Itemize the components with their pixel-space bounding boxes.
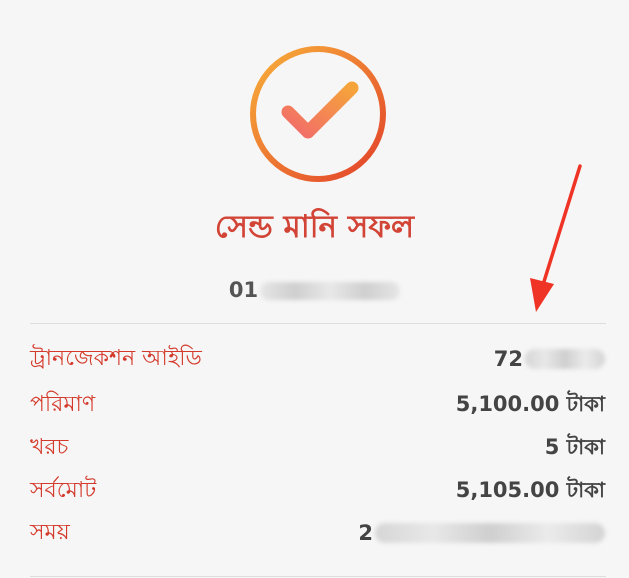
masked-transaction-id: [525, 349, 605, 369]
top-divider: [30, 323, 606, 324]
amount-value: 5,100.00 টাকা: [455, 391, 605, 416]
red-arrow-icon: [530, 164, 582, 312]
masked-phone-digits: [260, 282, 401, 300]
row-total: সর্বমোট 5,105.00 টাকা: [30, 473, 605, 509]
fee-label: খরচ: [30, 434, 69, 460]
total-value: 5,105.00 টাকা: [455, 477, 605, 502]
bottom-divider: [30, 576, 606, 577]
total-label: সর্বমোট: [30, 477, 97, 503]
transaction-id-value: 72: [494, 347, 605, 371]
fee-value: 5 টাকা: [544, 434, 605, 459]
row-fee: খরচ 5 টাকা: [30, 430, 605, 466]
transaction-id-visible: 72: [493, 347, 523, 371]
check-circle-icon: [250, 46, 386, 182]
time-value: 2: [358, 521, 605, 545]
row-transaction-id: ট্রানজেকশন আইডি 72: [30, 341, 605, 377]
recipient-phone-visible: 01: [228, 278, 259, 302]
row-amount: পরিমাণ 5,100.00 টাকা: [30, 387, 605, 423]
amount-label: পরিমাণ: [30, 391, 96, 417]
time-visible: 2: [358, 521, 373, 545]
transaction-id-label: ট্রানজেকশন আইডি: [30, 345, 202, 371]
time-label: সময়: [30, 519, 70, 545]
masked-time: [375, 523, 605, 543]
row-time: সময় 2: [30, 515, 605, 551]
